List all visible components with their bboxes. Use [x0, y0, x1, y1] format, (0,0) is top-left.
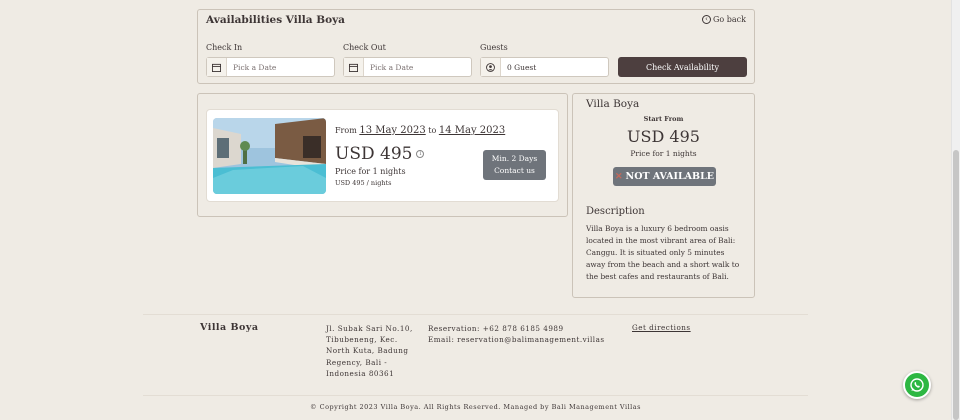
go-back-label: Go back [713, 15, 746, 24]
price-for-label: Price for 1 nights [335, 167, 406, 176]
summary-price: USD 495 [627, 127, 700, 146]
calendar-icon [207, 58, 227, 76]
guests-input[interactable]: 0 Guest [501, 63, 536, 72]
footer-brand: Villa Boya [200, 322, 259, 333]
from-word: From [335, 126, 357, 135]
check-in-input[interactable]: Pick a Date [227, 63, 276, 72]
scrollbar-thumb[interactable] [953, 150, 959, 420]
status-badge: ✕ NOT AVAILABLE [613, 167, 716, 186]
close-icon: ✕ [614, 171, 623, 182]
end-date: 14 May 2023 [438, 125, 506, 136]
status-label: NOT AVAILABLE [625, 171, 714, 182]
description-heading: Description [586, 206, 645, 217]
guests-label: Guests [480, 43, 508, 52]
footer-contact: Reservation: +62 878 6185 4989 Email: re… [428, 323, 605, 345]
calendar-icon [344, 58, 364, 76]
start-date: 13 May 2023 [359, 125, 426, 136]
summary-panel: Villa Boya Start From USD 495 Price for … [572, 93, 755, 298]
footer-address: Jl. Subak Sari No.10, Tibubeneng, Kec. N… [326, 324, 413, 378]
footer-divider [143, 314, 808, 315]
check-out-input[interactable]: Pick a Date [364, 63, 413, 72]
guests-field[interactable]: 0 Guest [480, 57, 609, 77]
check-availability-button[interactable]: Check Availability [618, 57, 747, 77]
get-directions-link[interactable]: Get directions [632, 323, 691, 332]
listing-panel: From 13 May 2023 to 14 May 2023 USD 495 … [197, 93, 568, 217]
check-out-label: Check Out [343, 43, 386, 52]
villa-name: Villa Boya [586, 98, 640, 110]
availability-panel: Availabilities Villa Boya ‹ Go back Chec… [197, 9, 755, 84]
availability-title: Availabilities Villa Boya [206, 14, 345, 26]
to-word: to [428, 126, 437, 135]
description-text: Villa Boya is a luxury 6 bedroom oasis l… [586, 224, 740, 281]
listing-card: From 13 May 2023 to 14 May 2023 USD 495 … [206, 109, 559, 202]
go-back-link[interactable]: ‹ Go back [702, 15, 746, 24]
price-value: USD 495 [335, 144, 413, 164]
check-out-field[interactable]: Pick a Date [343, 57, 472, 77]
start-from-label: Start From [643, 115, 684, 123]
listing-price: USD 495 i [335, 144, 425, 164]
date-range: From 13 May 2023 to 14 May 2023 [335, 125, 505, 136]
price-per-night: USD 495 / nights [335, 179, 392, 187]
check-in-field[interactable]: Pick a Date [206, 57, 335, 77]
contact-us-button[interactable]: Min. 2 Days Contact us [483, 150, 546, 180]
scrollbar[interactable] [951, 0, 960, 420]
footer-reservation: Reservation: +62 878 6185 4989 [428, 324, 564, 333]
summary-price-for: Price for 1 nights [630, 149, 697, 158]
villa-photo [213, 118, 326, 194]
info-icon[interactable]: i [416, 150, 425, 158]
check-in-label: Check In [206, 43, 243, 52]
back-arrow-icon: ‹ [702, 15, 712, 24]
whatsapp-button[interactable] [903, 371, 931, 399]
copyright-divider [143, 395, 808, 396]
whatsapp-icon [910, 378, 924, 392]
contact-label: Contact us [494, 166, 535, 175]
user-icon [481, 58, 501, 76]
footer-email[interactable]: Email: reservation@balimanagement.villas [428, 334, 605, 345]
copyright: © Copyright 2023 Villa Boya. All Rights … [310, 403, 641, 411]
min-days-label: Min. 2 Days [491, 154, 538, 163]
